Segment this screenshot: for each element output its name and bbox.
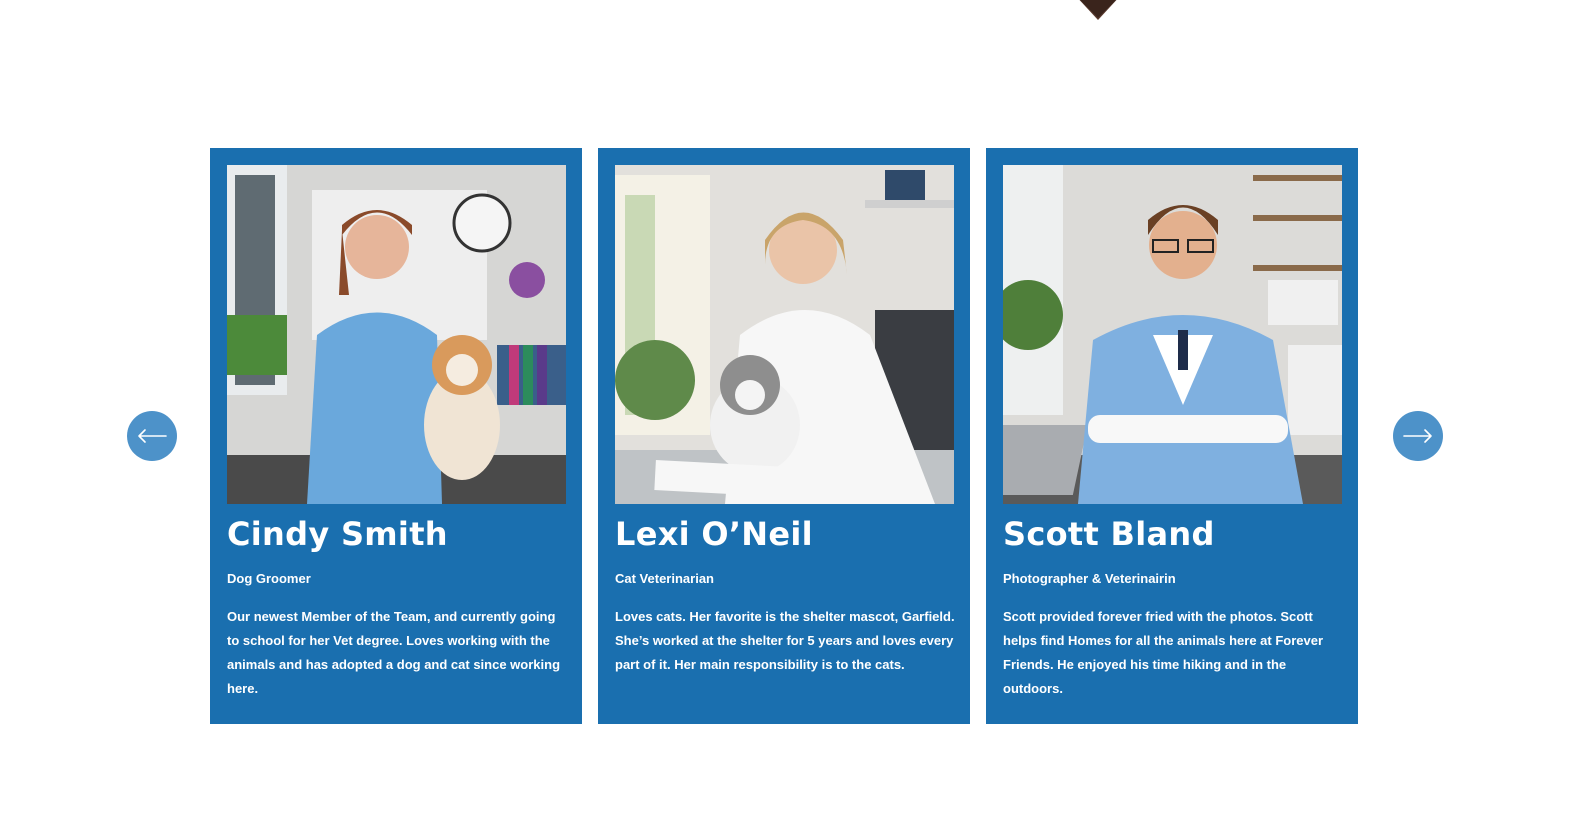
team-member-name: Lexi O’Neil (615, 515, 813, 553)
team-member-photo (227, 165, 566, 504)
team-member-photo (615, 165, 954, 504)
team-member-bio: Loves cats. Her favorite is the shelter … (615, 609, 955, 672)
team-member-name: Scott Bland (1003, 515, 1215, 553)
team-carousel: Cindy Smith Dog Groomer Our newest Membe… (0, 148, 1592, 724)
team-member-photo (1003, 165, 1342, 504)
team-member-bio: Scott provided forever fried with the ph… (1003, 609, 1324, 696)
team-member-name: Cindy Smith (227, 515, 448, 553)
team-member-role: Dog Groomer (227, 571, 311, 586)
team-member-bio: Our newest Member of the Team, and curre… (227, 609, 561, 696)
decorative-pin-shape (1079, 0, 1117, 20)
team-card: Lexi O’Neil Cat Veterinarian Loves cats.… (598, 148, 970, 724)
carousel-prev-button[interactable] (127, 411, 177, 461)
arrow-right-icon (1403, 429, 1432, 443)
arrow-left-icon (138, 429, 167, 443)
team-member-role: Cat Veterinarian (615, 571, 714, 586)
team-section: Cindy Smith Dog Groomer Our newest Membe… (0, 0, 1592, 822)
carousel-next-button[interactable] (1393, 411, 1443, 461)
team-card: Cindy Smith Dog Groomer Our newest Membe… (210, 148, 582, 724)
team-member-role: Photographer & Veterinairin (1003, 571, 1176, 586)
team-card: Scott Bland Photographer & Veterinairin … (986, 148, 1358, 724)
